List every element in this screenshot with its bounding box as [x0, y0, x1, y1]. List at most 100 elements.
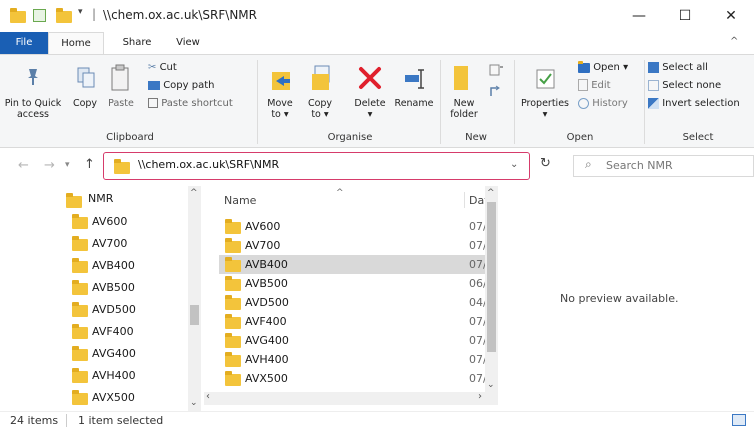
edit-label: Edit [591, 80, 611, 91]
copy-button[interactable]: Copy [68, 62, 102, 126]
history-button[interactable]: History [578, 96, 638, 112]
table-row[interactable]: AVB500 06/1 [219, 274, 494, 293]
table-row[interactable]: AV700 07/1 [219, 236, 494, 255]
tab-share[interactable]: Share [112, 32, 162, 54]
copy-to-button[interactable]: Copy to ▾ [302, 62, 338, 126]
nav-item[interactable]: AVG400 [66, 343, 184, 365]
nav-item[interactable]: AVB500 [66, 277, 184, 299]
title-separator: | [92, 7, 97, 21]
tab-home[interactable]: Home [48, 32, 104, 54]
new-folder-quick-icon[interactable] [56, 8, 72, 23]
nav-scrollbar[interactable] [188, 186, 201, 411]
close-button[interactable]: ✕ [708, 0, 754, 32]
new-folder-label2: folder [450, 109, 478, 120]
forward-icon[interactable]: → [44, 158, 55, 173]
nav-item[interactable]: AVB400 [66, 255, 184, 277]
maximize-button[interactable]: ☐ [662, 0, 708, 32]
file-name: AV600 [245, 220, 281, 233]
nav-item-label: AVB400 [92, 259, 135, 272]
tab-view[interactable]: View [166, 32, 210, 54]
refresh-icon[interactable]: ↻ [540, 156, 551, 171]
table-row[interactable]: AVD500 04/0 [219, 293, 494, 312]
file-list-horizontal-scrollbar[interactable] [204, 392, 498, 405]
nav-item-label: AVG400 [92, 347, 136, 360]
rename-icon [404, 68, 426, 94]
paste-shortcut-icon [148, 98, 158, 108]
table-row[interactable]: AVF400 07/1 [219, 312, 494, 331]
file-name: AVX500 [245, 372, 288, 385]
history-label: History [592, 98, 628, 109]
recent-locations-icon[interactable]: ▾ [65, 160, 70, 170]
invert-selection-button[interactable]: Invert selection [648, 96, 754, 112]
open-folder-icon [578, 61, 590, 73]
nav-item[interactable]: AVX500 [66, 387, 184, 409]
quick-access-properties-icon[interactable] [33, 9, 46, 22]
status-divider [66, 414, 67, 427]
nav-item[interactable]: AVH400 [66, 365, 184, 387]
up-icon[interactable]: ↑ [84, 157, 95, 172]
move-to-button[interactable]: Move to ▾ [262, 62, 298, 126]
copy-path-button[interactable]: Copy path [148, 78, 243, 94]
properties-button[interactable]: Properties ▾ [518, 62, 572, 126]
paste-shortcut-button[interactable]: Paste shortcut [148, 96, 248, 112]
file-name: AVH400 [245, 353, 289, 366]
list-scroll-down-icon[interactable]: ⌄ [487, 380, 495, 390]
address-path[interactable]: \\chem.ox.ac.uk\SRF\NMR [138, 158, 279, 171]
hscroll-left-icon[interactable]: ‹ [206, 391, 210, 402]
minimize-button[interactable]: — [616, 0, 662, 32]
ribbon-collapse-icon[interactable]: ^ [730, 36, 738, 47]
folder-icon [72, 324, 88, 339]
nav-item-nmr[interactable]: NMR [88, 189, 113, 209]
table-row[interactable]: AVB400 07/1 [219, 255, 494, 274]
paste-button[interactable]: Paste [104, 62, 138, 126]
select-none-button[interactable]: Select none [648, 78, 754, 94]
nav-item[interactable]: AVD500 [66, 299, 184, 321]
nav-scroll-down-icon[interactable]: ⌄ [190, 398, 198, 408]
delete-dropdown-icon[interactable]: ▾ [348, 109, 392, 120]
quick-access-dropdown-icon[interactable]: ▾ [78, 7, 83, 17]
new-item-icon[interactable] [488, 62, 504, 76]
nav-scroll-up-icon[interactable]: ^ [190, 188, 198, 198]
nav-item[interactable]: AV600 [66, 211, 184, 233]
back-icon[interactable]: ← [18, 158, 29, 173]
hscroll-right-icon[interactable]: › [478, 391, 482, 402]
open-button[interactable]: Open ▾ [578, 60, 638, 76]
nav-item-label: AV600 [92, 215, 128, 228]
table-row[interactable]: AV600 07/1 [219, 217, 494, 236]
file-name: AV700 [245, 239, 281, 252]
nav-item-label: AVD500 [92, 303, 136, 316]
table-row[interactable]: AVG400 07/1 [219, 331, 494, 350]
tab-file[interactable]: File [0, 32, 48, 54]
properties-dropdown-icon[interactable]: ▾ [518, 109, 572, 120]
paste-shortcut-label: Paste shortcut [161, 98, 233, 109]
select-all-button[interactable]: Select all [648, 60, 754, 76]
search-input[interactable]: Search NMR [606, 159, 673, 172]
folder-icon [225, 352, 241, 367]
file-name: AVG400 [245, 334, 289, 347]
nav-item[interactable]: AVF400 [66, 321, 184, 343]
sort-indicator-icon: ^ [336, 188, 344, 198]
address-folder-icon [114, 159, 130, 174]
table-row[interactable]: AVH400 07/1 [219, 350, 494, 369]
rename-button[interactable]: Rename [392, 62, 436, 126]
address-dropdown-icon[interactable]: ⌄ [510, 159, 518, 170]
list-scroll-thumb[interactable] [487, 202, 496, 352]
select-all-icon [648, 61, 659, 73]
cut-button[interactable]: ✂ Cut [148, 60, 243, 76]
delete-button[interactable]: Delete ▾ [348, 62, 392, 126]
pin-to-quick-access-button[interactable]: Pin to Quick access [4, 62, 62, 126]
preview-message: No preview available. [560, 292, 679, 305]
details-view-icon[interactable] [732, 414, 746, 426]
easy-access-icon[interactable] [488, 84, 504, 98]
edit-button[interactable]: Edit [578, 78, 638, 94]
list-scroll-up-icon[interactable]: ^ [487, 188, 495, 198]
table-row[interactable]: AVX500 07/1 [219, 369, 494, 388]
new-group-label: New [465, 132, 487, 143]
pin-label-line2: access [16, 109, 49, 120]
nav-item[interactable]: AV700 [66, 233, 184, 255]
ribbon-separator [644, 60, 645, 144]
nav-scroll-thumb[interactable] [190, 305, 199, 325]
name-column-header[interactable]: Name [224, 194, 256, 207]
new-folder-button[interactable]: New folder [444, 62, 484, 126]
copy-icon [76, 66, 96, 94]
